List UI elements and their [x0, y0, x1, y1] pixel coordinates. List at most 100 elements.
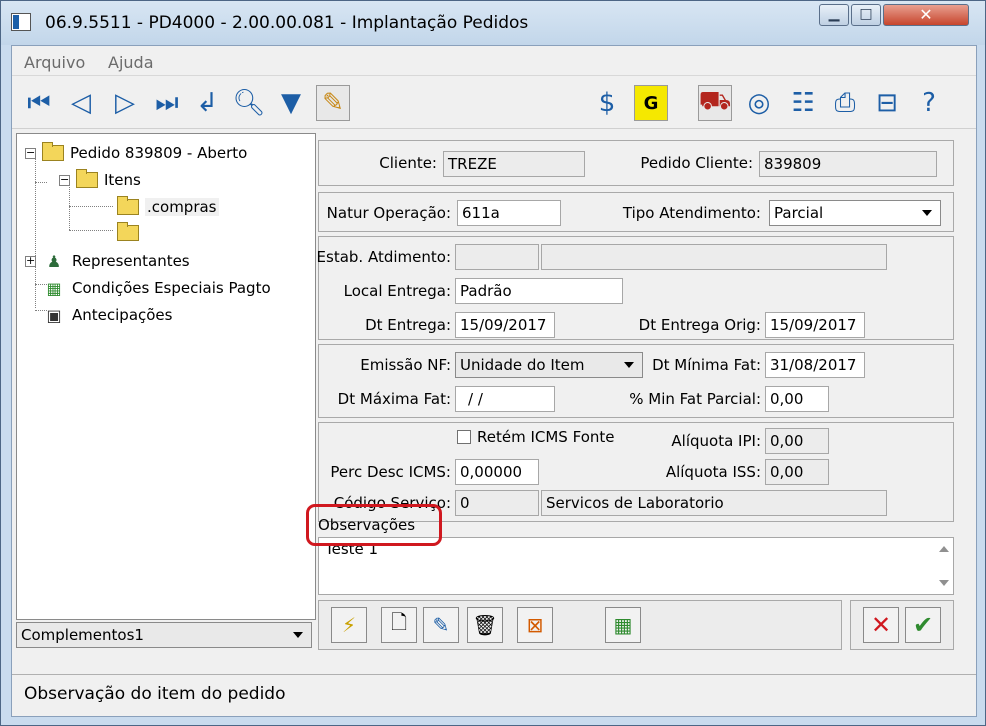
perc-desc-icms-field[interactable]: 0,00000 [455, 459, 539, 485]
retem-icms-label: Retém ICMS Fonte [477, 428, 615, 446]
menu-ajuda[interactable]: Ajuda [108, 53, 154, 72]
title-bar: 06.9.5511 - PD4000 - 2.00.00.081 - Impla… [1, 1, 985, 45]
complementos-value: Complementos1 [21, 626, 144, 644]
tree-node-label: Antecipações [72, 306, 173, 324]
app-icon [11, 13, 31, 31]
local-entrega-field[interactable]: Padrão [455, 278, 623, 304]
lightning-button[interactable]: ⚡︎ [331, 607, 367, 643]
complementos-select[interactable]: Complementos1 [16, 622, 312, 648]
next-icon[interactable]: ▷ [108, 85, 142, 121]
estab-atendimento-label: Estab. Atdimento: [316, 248, 451, 266]
faturamento-group: Emissão NF: Unidade do Item Dt Mínima Fa… [318, 344, 954, 418]
tree-node-compras[interactable]: .compras [117, 196, 219, 218]
chevron-down-icon [922, 210, 932, 216]
folder-icon [117, 196, 139, 215]
app-window: 06.9.5511 - PD4000 - 2.00.00.081 - Impla… [0, 0, 986, 726]
dt-maxima-fat-label: Dt Máxima Fat: [337, 390, 451, 408]
help-icon[interactable]: ? [912, 85, 946, 121]
menu-bar: Arquivo Ajuda [12, 46, 976, 76]
action-toolbar: ⚡︎ 🗋︎ ✎ 🗑︎ ⊠ ▦ [318, 600, 842, 650]
maximize-button[interactable]: □ [851, 4, 881, 26]
retem-icms-checkbox[interactable] [457, 430, 471, 444]
tree-node-representantes[interactable]: + ♟ Representantes [25, 250, 190, 272]
cliente-label: Cliente: [379, 154, 437, 172]
tree-node-label: Condições Especiais Pagto [72, 279, 271, 297]
status-text: Observação do item do pedido [24, 684, 286, 704]
dt-maxima-fat-field[interactable]: / / [455, 386, 555, 412]
window-client-area: Arquivo Ajuda ⏮ ◁ ▷ ⏭ ↲ 🔍︎ ▼ ✎ $ G ⛟ ◎ ☷… [11, 45, 977, 717]
edit-document-icon[interactable]: ✎ [316, 85, 350, 121]
tree-node-antecipacoes[interactable]: ▣ Antecipações [42, 304, 172, 326]
confirm-icon[interactable]: ✔ [905, 607, 941, 643]
emissao-nf-select[interactable]: Unidade do Item [455, 352, 643, 378]
toolbar: ⏮ ◁ ▷ ⏭ ↲ 🔍︎ ▼ ✎ $ G ⛟ ◎ ☷ ⎙ ⊟ ? [12, 77, 976, 129]
scroll-up-icon[interactable] [939, 546, 949, 552]
natur-operacao-field[interactable]: 611a [457, 200, 561, 226]
menu-arquivo[interactable]: Arquivo [24, 53, 85, 72]
dt-minima-fat-label: Dt Mínima Fat: [652, 356, 761, 374]
tree-connector [69, 230, 113, 231]
last-icon[interactable]: ⏭ [150, 85, 184, 121]
new-document-button[interactable]: 🗋︎ [381, 607, 417, 643]
price-icon[interactable]: $ [590, 85, 624, 121]
codigo-servico-desc-field: Servicos de Laboratorio [541, 490, 887, 516]
safe-icon: ▣ [46, 305, 62, 325]
collapse-icon[interactable]: − [59, 174, 70, 186]
emissao-nf-label: Emissão NF: [360, 356, 451, 374]
target-icon[interactable]: ◎ [742, 85, 776, 121]
collapse-icon[interactable]: − [25, 147, 36, 159]
chart-edit-button[interactable]: ✎ [423, 607, 459, 643]
tree-connector [35, 182, 47, 183]
truck-icon[interactable]: ⛟ [698, 85, 732, 121]
min-fat-parcial-label: % Min Fat Parcial: [629, 390, 761, 408]
status-bar: Observação do item do pedido [12, 674, 976, 716]
natur-operacao-label: Natur Operação: [326, 204, 451, 222]
chevron-down-icon [293, 632, 303, 638]
dt-entrega-orig-field[interactable]: 15/09/2017 [765, 312, 865, 338]
filter-icon[interactable]: ▼ [274, 85, 308, 121]
expand-icon[interactable]: + [25, 255, 36, 267]
close-button[interactable]: ✕ [883, 4, 969, 26]
tipo-atendimento-label: Tipo Atendimento: [622, 204, 761, 222]
scroll-down-icon[interactable] [939, 580, 949, 586]
dt-entrega-field[interactable]: 15/09/2017 [455, 312, 555, 338]
tree-node-label: Pedido 839809 - Aberto [70, 144, 248, 162]
dt-entrega-orig-label: Dt Entrega Orig: [638, 316, 761, 334]
delete-button[interactable]: 🗑︎ [467, 607, 503, 643]
pedido-cliente-field: 839809 [759, 151, 937, 177]
tree-connector [35, 156, 36, 308]
prev-icon[interactable]: ◁ [64, 85, 98, 121]
cancel-icon[interactable]: ✕ [863, 607, 899, 643]
tree-node-label: Itens [104, 171, 141, 189]
vertical-scrollbar[interactable] [935, 538, 953, 594]
estab-code-field [455, 244, 539, 270]
return-icon[interactable]: ↲ [190, 85, 224, 121]
tree-node-empty[interactable] [117, 222, 145, 244]
perc-desc-icms-label: Perc Desc ICMS: [330, 463, 451, 481]
tree-connector [69, 206, 113, 207]
money-icon: ▦ [46, 278, 62, 298]
tree-node-itens[interactable]: − Itens [59, 169, 141, 191]
people-icon: ♟ [46, 251, 62, 271]
zoom-icon[interactable]: 🔍︎ [232, 85, 266, 121]
tree-node-pedido[interactable]: − Pedido 839809 - Aberto [25, 142, 247, 164]
estab-desc-field [541, 244, 887, 270]
confirm-toolbar: ✕ ✔ [850, 600, 954, 650]
cancel-document-button[interactable]: ⊠ [517, 607, 553, 643]
folder-icon [76, 169, 98, 188]
exit-icon[interactable]: ⊟ [870, 85, 904, 121]
pedido-cliente-label: Pedido Cliente: [640, 154, 753, 172]
g-icon[interactable]: G [634, 85, 668, 121]
tree-node-label: Representantes [72, 252, 190, 270]
print-icon[interactable]: ⎙ [828, 85, 862, 121]
first-icon[interactable]: ⏮ [22, 85, 56, 121]
tipo-atendimento-select[interactable]: Parcial [769, 200, 941, 226]
dt-minima-fat-field[interactable]: 31/08/2017 [765, 352, 865, 378]
min-fat-parcial-field[interactable]: 0,00 [765, 386, 829, 412]
minimize-button[interactable]: ▁ [819, 4, 849, 26]
folder-icon [42, 142, 64, 161]
tree-structure-icon[interactable]: ☷ [786, 85, 820, 121]
tree-node-condicoes[interactable]: ▦ Condições Especiais Pagto [42, 277, 271, 299]
aliquota-ipi-label: Alíquota IPI: [671, 432, 761, 450]
grid-button[interactable]: ▦ [605, 607, 641, 643]
